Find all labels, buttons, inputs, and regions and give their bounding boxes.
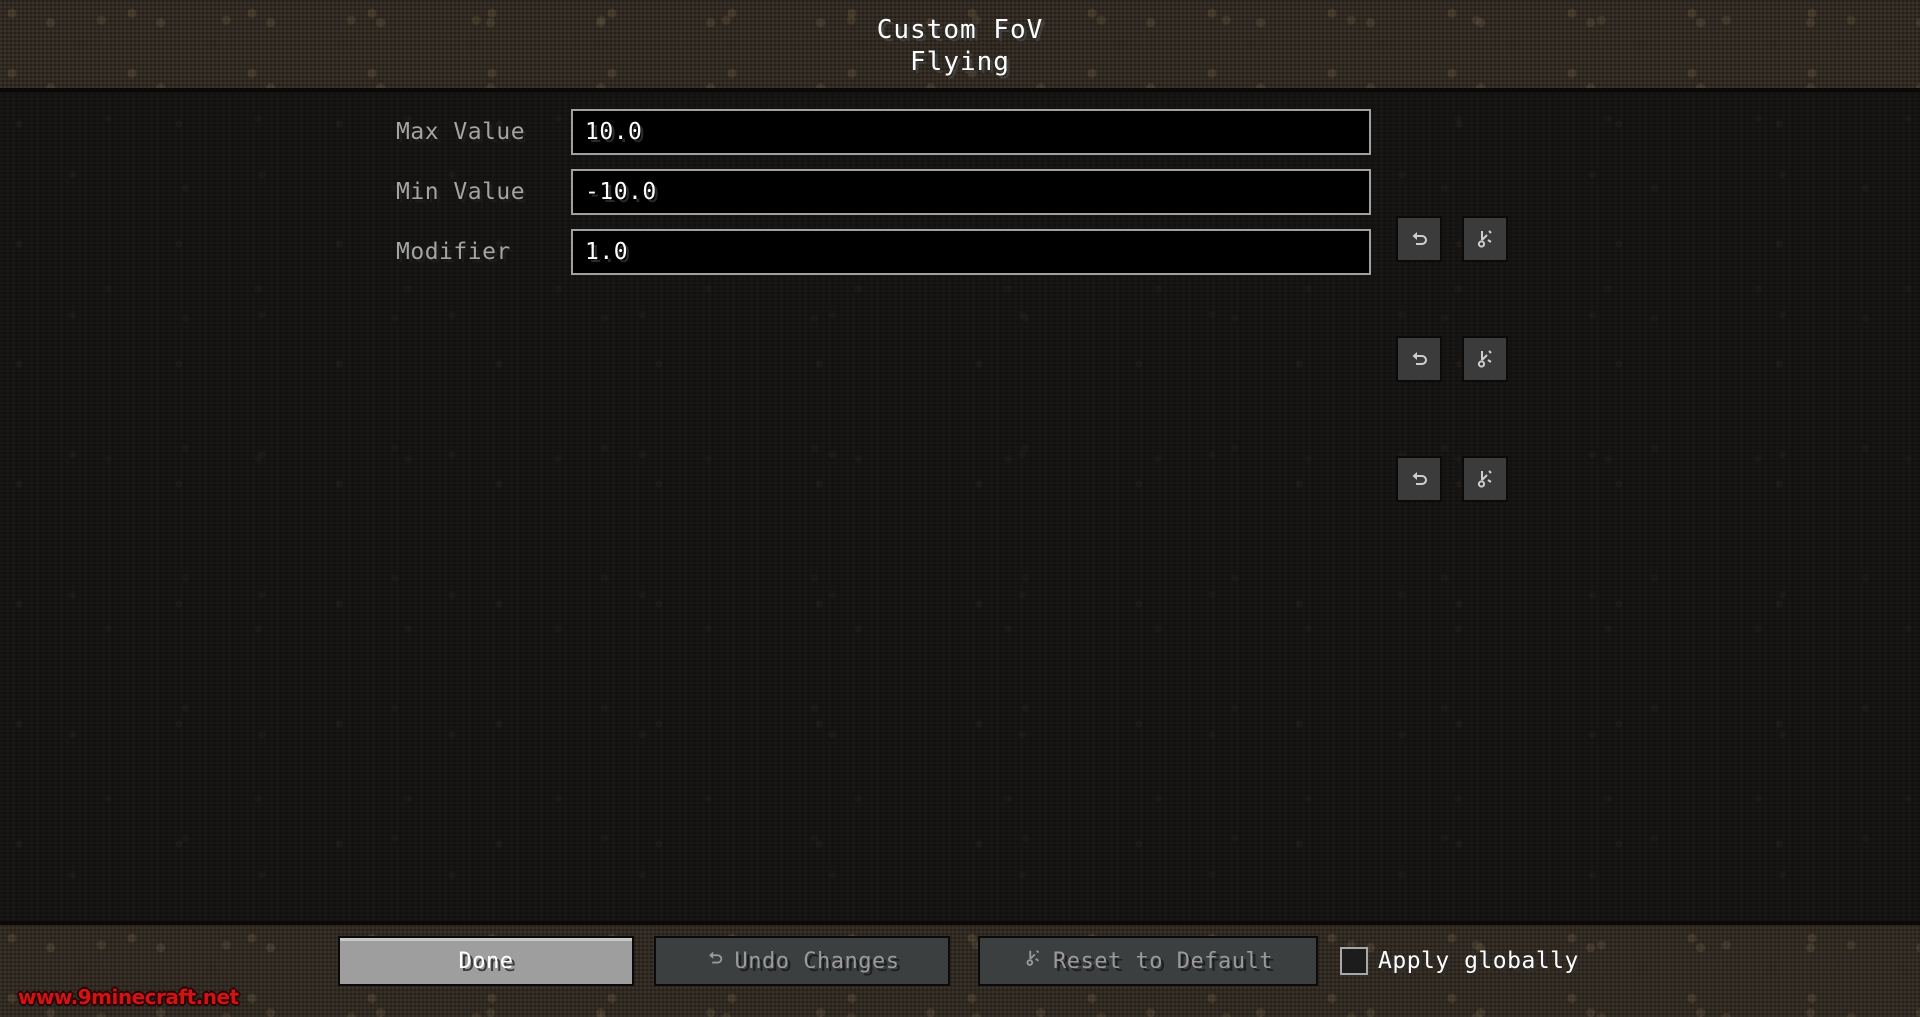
reset-to-default-button-label: Reset to Default (1053, 948, 1273, 974)
apply-globally-label: Apply globally (1378, 948, 1579, 974)
header-bar (0, 0, 1920, 88)
min-value-input[interactable]: -10.0 (571, 169, 1371, 215)
setting-label-min-value: Min Value (396, 179, 526, 205)
footer-bar (0, 925, 1920, 1017)
modifier-input[interactable]: 1.0 (571, 229, 1371, 275)
setting-label-max-value: Max Value (396, 119, 526, 145)
apply-globally-checkbox-box[interactable] (1340, 947, 1368, 975)
header-bar-divider (0, 88, 1920, 92)
undo-changes-button[interactable]: Undo Changes (654, 936, 950, 986)
reset-button-modifier[interactable] (1462, 456, 1508, 502)
undo-button-modifier[interactable] (1396, 456, 1442, 502)
done-button-label: Done (458, 948, 514, 974)
setting-row: Min Value -10.0 (0, 168, 1920, 382)
reset-to-default-button[interactable]: Reset to Default (978, 936, 1318, 986)
undo-arrow-icon (705, 948, 725, 974)
broom-reset-icon (1474, 348, 1496, 370)
undo-changes-button-label: Undo Changes (734, 948, 900, 974)
modifier-input-text: 1.0 (585, 239, 629, 265)
minecraft-config-screen: Custom FoV Flying Max Value 10.0 Min Val… (0, 0, 1920, 1017)
setting-row: Max Value 10.0 (0, 108, 1920, 262)
done-button[interactable]: Done (338, 936, 634, 986)
apply-globally-checkbox[interactable]: Apply globally (1340, 936, 1579, 986)
undo-button-min-value[interactable] (1396, 336, 1442, 382)
undo-arrow-icon (1408, 348, 1430, 370)
max-value-input-text: 10.0 (585, 119, 643, 145)
setting-label-modifier: Modifier (396, 239, 511, 265)
min-value-input-text: -10.0 (585, 179, 657, 205)
setting-row: Modifier 1.0 (0, 228, 1920, 502)
reset-button-min-value[interactable] (1462, 336, 1508, 382)
max-value-input[interactable]: 10.0 (571, 109, 1371, 155)
site-watermark: www.9minecraft.net (18, 985, 239, 1009)
broom-reset-icon (1474, 468, 1496, 490)
broom-reset-icon (1023, 948, 1043, 974)
undo-arrow-icon (1408, 468, 1430, 490)
